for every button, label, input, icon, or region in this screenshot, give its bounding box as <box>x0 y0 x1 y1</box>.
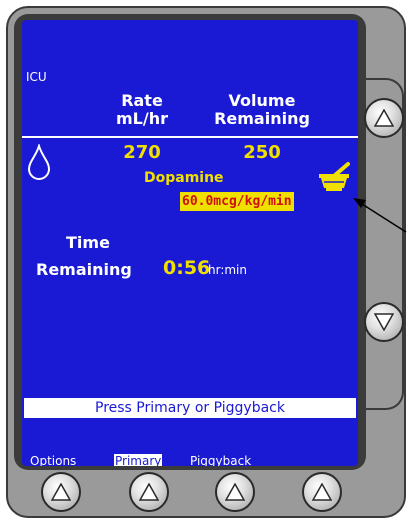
annotation-arrow-icon <box>353 198 407 233</box>
